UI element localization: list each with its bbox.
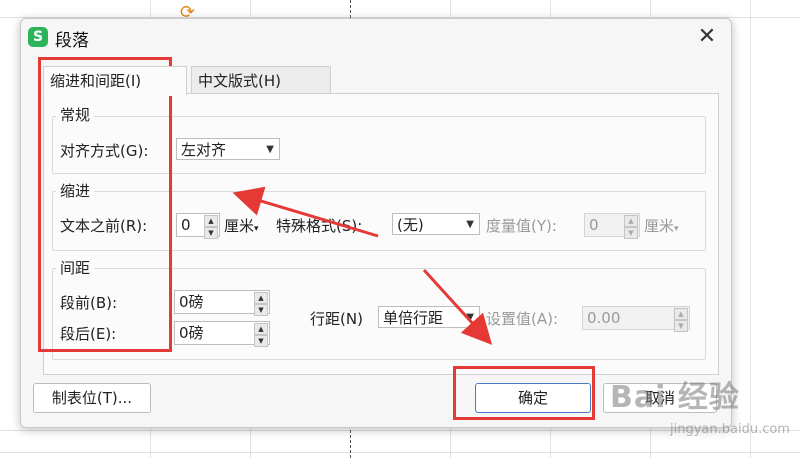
tab-indent-spacing[interactable]: 缩进和间距(I): [43, 66, 187, 96]
arrow-to-ok: [422, 268, 493, 345]
watermark-url: jingyan.baidu.com: [670, 422, 790, 437]
arrow-to-indent: [232, 186, 379, 238]
baidu-watermark-logo: Bai 经验 jingyan.baidu.com: [610, 372, 790, 437]
watermark-main: Bai 经验: [610, 380, 740, 415]
